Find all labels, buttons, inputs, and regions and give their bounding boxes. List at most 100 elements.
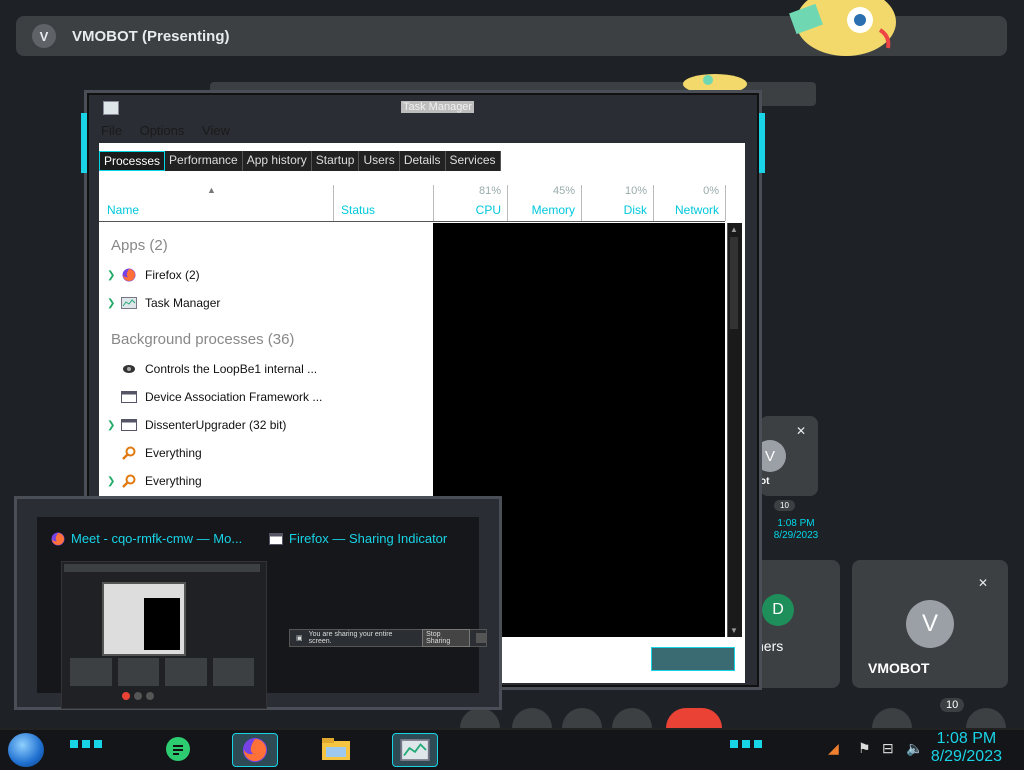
- preview-title-meet[interactable]: Meet - cqo-rmfk-cmw — Mo...: [51, 531, 242, 546]
- sharing-indicator-thumbnail[interactable]: ▣ You are sharing your entire screen. St…: [289, 629, 487, 647]
- scrollbar-thumb[interactable]: [730, 237, 738, 329]
- window-icon: [269, 532, 283, 545]
- mic-off-icon: ✕: [978, 576, 989, 590]
- folder-icon: [322, 738, 350, 760]
- taskbar-file-explorer[interactable]: [314, 733, 358, 765]
- menu-options[interactable]: Options: [140, 123, 185, 138]
- participant-name: VMOBOT: [868, 660, 930, 676]
- tray-app-icon[interactable]: ◢: [828, 740, 839, 757]
- process-row[interactable]: ❯ Firefox (2): [107, 265, 200, 285]
- column-memory-label: Memory: [531, 203, 575, 217]
- taskbar-clock[interactable]: 1:08 PM 8/29/2023: [931, 730, 1002, 766]
- magnifier-icon: [121, 445, 137, 461]
- column-network[interactable]: 0% Network: [653, 185, 726, 221]
- start-button[interactable]: [8, 733, 44, 767]
- participant-count-badge: 10: [774, 500, 795, 511]
- tab-performance[interactable]: Performance: [165, 151, 243, 171]
- volume-icon[interactable]: 🔈: [906, 740, 923, 757]
- taskbar: ◢ ⚑ ⊟ 🔈 1:08 PM 8/29/2023: [0, 728, 1024, 770]
- magnifier-icon: [121, 473, 137, 489]
- window-title: Task Manager: [401, 101, 475, 113]
- expand-chevron-icon[interactable]: ❯: [107, 476, 121, 487]
- end-task-button[interactable]: [651, 647, 735, 671]
- chat-app-icon: [166, 737, 190, 761]
- participant-avatar: D: [762, 594, 794, 626]
- frame-accent: [759, 113, 765, 173]
- column-memory[interactable]: 45% Memory: [507, 185, 582, 221]
- taskbar-chat-app[interactable]: [156, 733, 200, 765]
- presenter-title: VMOBOT (Presenting): [72, 27, 230, 45]
- firefox-icon: [51, 532, 65, 545]
- column-disk[interactable]: 10% Disk: [581, 185, 654, 221]
- process-name: Device Association Framework ...: [145, 390, 323, 404]
- process-row[interactable]: Everything: [107, 443, 202, 463]
- window-icon: [121, 389, 137, 405]
- vertical-scrollbar[interactable]: ▲ ▼: [727, 223, 742, 637]
- disk-percent: 10%: [624, 185, 647, 197]
- column-name-label: Name: [107, 203, 140, 217]
- scroll-up-icon[interactable]: ▲: [730, 225, 738, 234]
- process-name: Everything: [145, 446, 202, 460]
- participant-tile-d[interactable]: D hers: [756, 560, 840, 688]
- meet-window-thumbnail[interactable]: [61, 561, 267, 709]
- hide-icon[interactable]: [476, 633, 486, 643]
- column-name[interactable]: ▲ Name: [99, 185, 334, 221]
- process-row[interactable]: ❯ Task Manager: [107, 293, 220, 313]
- process-row[interactable]: Controls the LoopBe1 internal ...: [107, 359, 317, 379]
- share-text: You are sharing your entire screen.: [308, 631, 393, 645]
- cpu-percent: 81%: [478, 185, 501, 197]
- column-status-label: Status: [341, 203, 376, 217]
- tab-processes[interactable]: Processes: [99, 151, 166, 171]
- network-percent: 0%: [703, 185, 719, 197]
- cartoon-sticker-small-icon: [683, 74, 747, 92]
- screen-share-icon: ▣: [296, 635, 303, 642]
- tab-app-history[interactable]: App history: [243, 151, 312, 171]
- cartoon-sticker-icon: [789, 0, 896, 56]
- firefox-icon: [242, 737, 268, 763]
- expand-chevron-icon[interactable]: ❯: [107, 420, 121, 431]
- process-name: DissenterUpgrader (32 bit): [145, 418, 287, 432]
- preview-title-text: Meet - cqo-rmfk-cmw — Mo...: [71, 531, 243, 546]
- menu-view[interactable]: View: [202, 123, 230, 138]
- taskbar-preview-popup: Meet - cqo-rmfk-cmw — Mo... Firefox — Sh…: [14, 496, 502, 710]
- scroll-down-icon[interactable]: ▼: [730, 626, 738, 635]
- process-name: Everything: [145, 474, 202, 488]
- process-row[interactable]: Device Association Framework ...: [107, 387, 322, 407]
- expand-chevron-icon[interactable]: ❯: [107, 298, 121, 309]
- column-status[interactable]: Status: [333, 185, 434, 221]
- group-apps: Apps (2): [111, 237, 168, 254]
- preview-title-sharing[interactable]: Firefox — Sharing Indicator: [269, 531, 447, 546]
- process-row[interactable]: ❯ DissenterUpgrader (32 bit): [107, 415, 286, 435]
- process-row[interactable]: ❯ Everything: [107, 471, 202, 491]
- stop-sharing-button[interactable]: Stop Sharing: [422, 629, 471, 647]
- network-icon[interactable]: ⊟: [882, 740, 894, 757]
- tab-users[interactable]: Users: [359, 151, 400, 171]
- tab-details[interactable]: Details: [400, 151, 446, 171]
- menu-bar: File Options View: [101, 123, 244, 138]
- column-network-label: Network: [674, 203, 719, 217]
- mini-clock-time: 1:08 PM: [777, 518, 815, 529]
- menu-file[interactable]: File: [101, 123, 122, 138]
- task-manager-icon: [400, 739, 430, 761]
- column-cpu[interactable]: 81% CPU: [433, 185, 508, 221]
- presenter-avatar: V: [32, 24, 56, 48]
- taskbar-firefox[interactable]: [232, 733, 278, 767]
- tab-services[interactable]: Services: [446, 151, 501, 171]
- window-icon: [121, 417, 137, 433]
- memory-percent: 45%: [552, 185, 575, 197]
- mini-clock-date: 8/29/2023: [773, 530, 819, 541]
- preview-title-text: Firefox — Sharing Indicator: [289, 531, 448, 546]
- taskbar-task-manager[interactable]: [392, 733, 438, 767]
- process-name: Firefox (2): [145, 268, 200, 282]
- mic-off-icon: ✕: [796, 424, 807, 438]
- people-count-badge: 10: [940, 698, 965, 712]
- preview-panel: Meet - cqo-rmfk-cmw — Mo... Firefox — Sh…: [37, 517, 487, 709]
- flag-icon[interactable]: ⚑: [858, 740, 871, 757]
- clock-time: 1:08 PM: [936, 730, 997, 747]
- group-background: Background processes (36): [111, 331, 295, 348]
- tab-startup[interactable]: Startup: [312, 151, 360, 171]
- participant-tile-partial[interactable]: V ot ✕: [754, 416, 818, 496]
- expand-chevron-icon[interactable]: ❯: [107, 270, 121, 281]
- title-bar[interactable]: Task Manager: [101, 97, 745, 117]
- participant-tile-vmobot[interactable]: V VMOBOT ✕: [852, 560, 1008, 688]
